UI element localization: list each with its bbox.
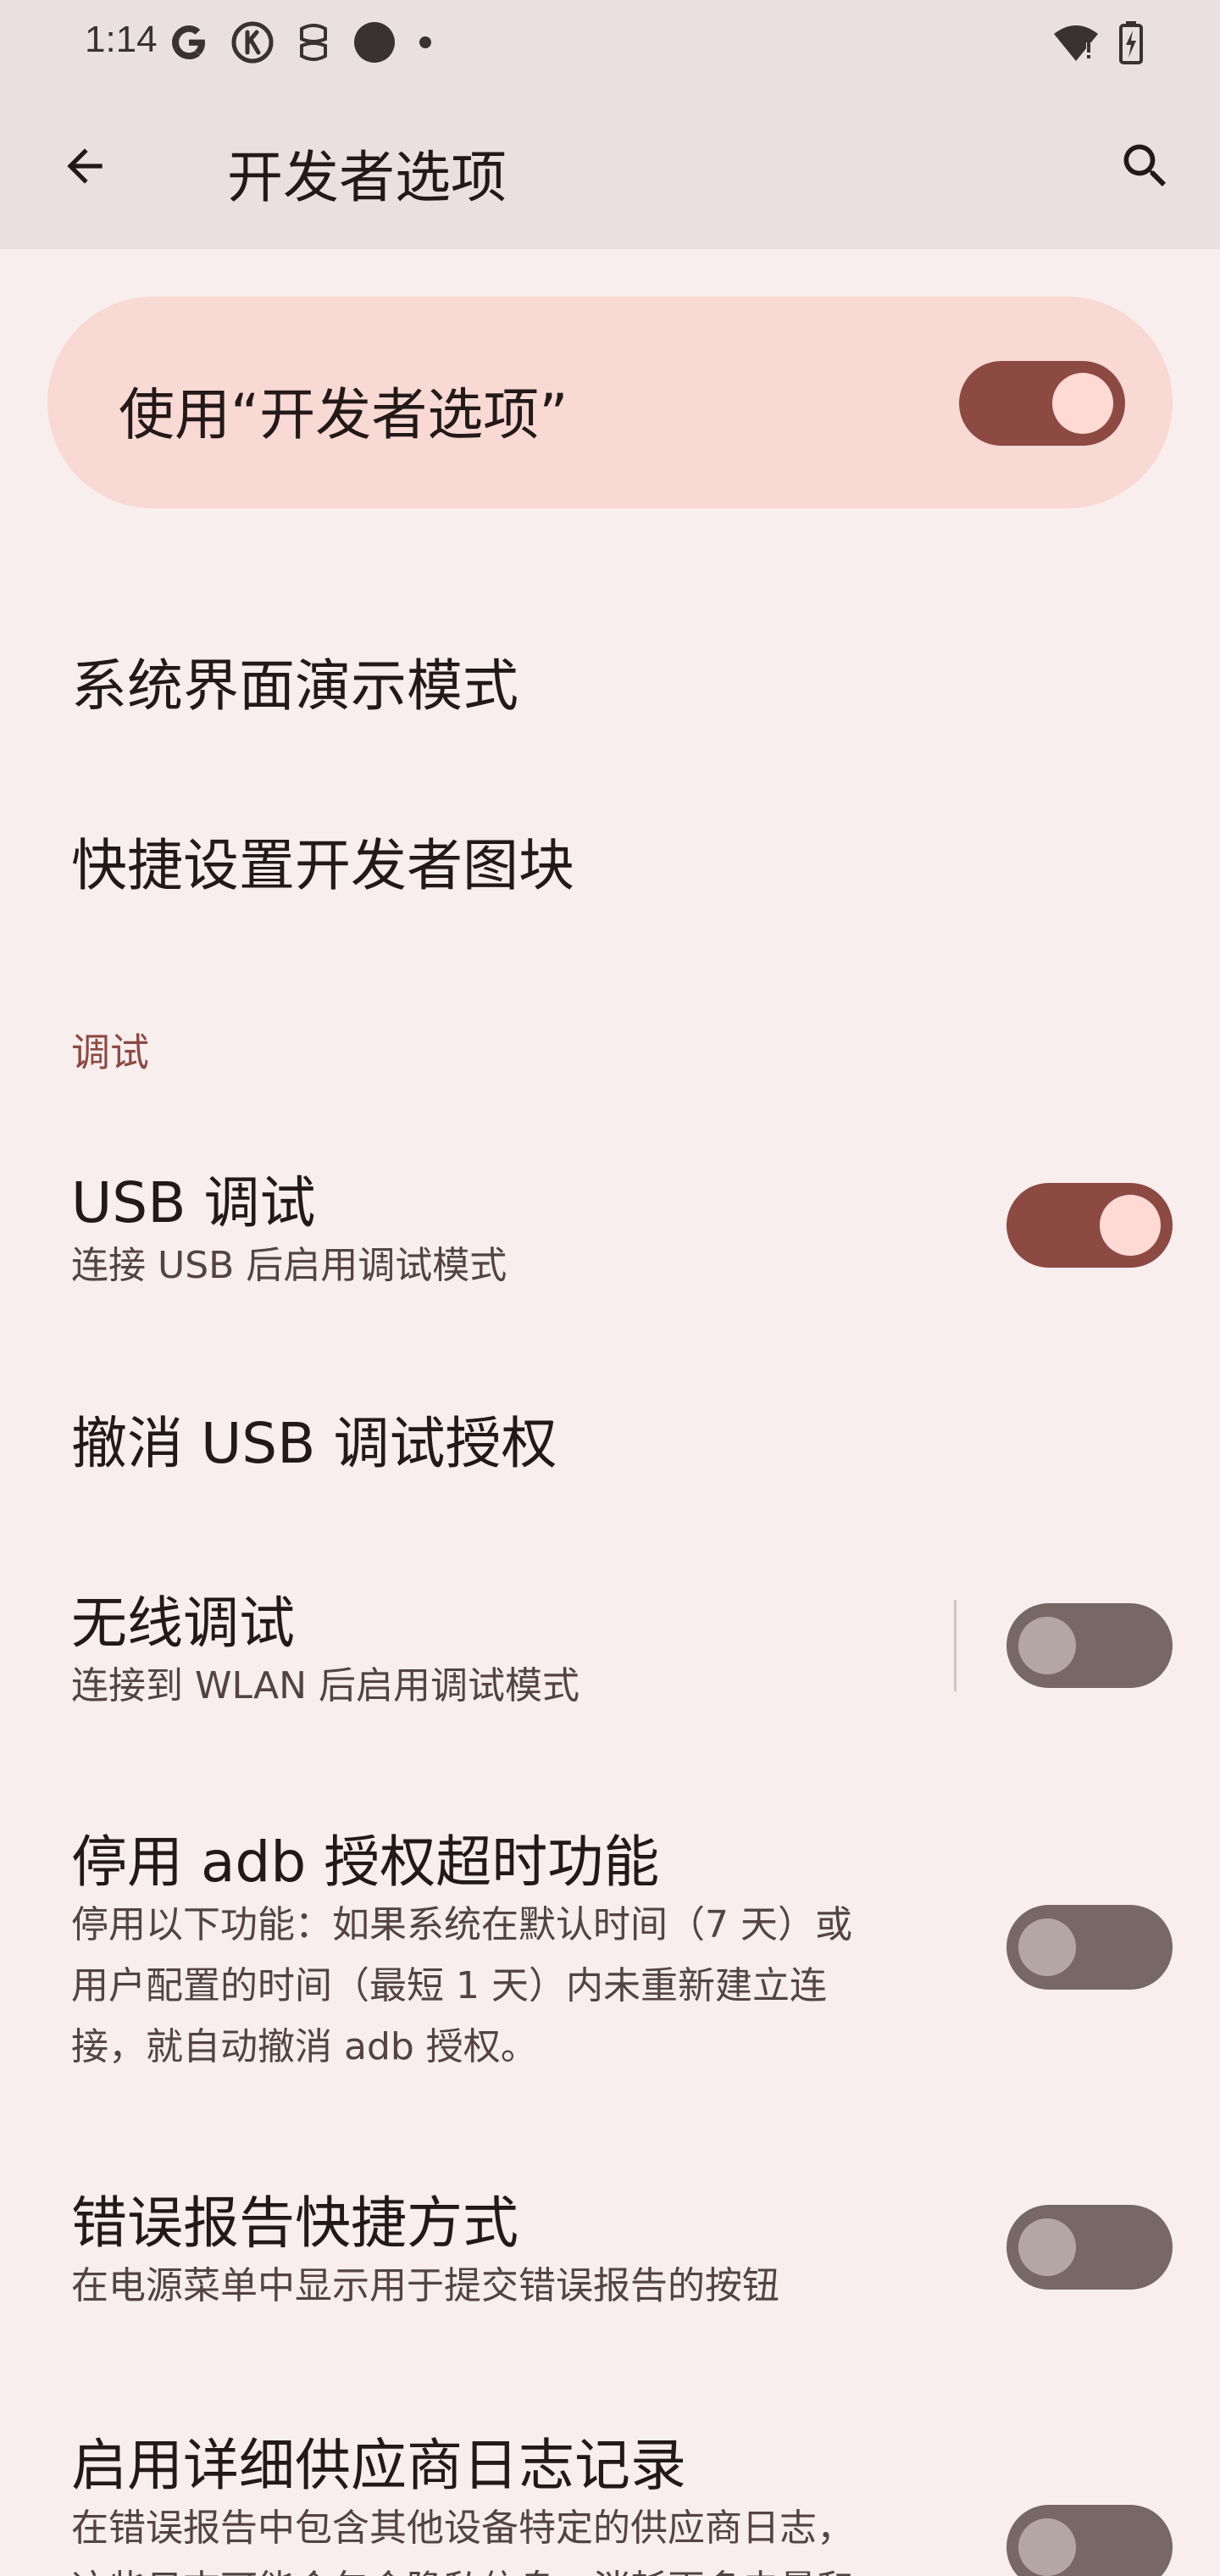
switch-thumb [1018, 1617, 1076, 1674]
wireless-debugging-summary: 连接到 WLAN 后启用调试模式 [71, 1664, 580, 1707]
switch-thumb [1052, 373, 1113, 434]
usb-debugging-title: USB 调试 [71, 1170, 316, 1235]
search-icon [1117, 137, 1174, 198]
wireless-debugging-title: 无线调试 [71, 1591, 295, 1656]
summary-line: 接，就自动撤消 adb 授权。 [71, 2025, 538, 2068]
arrow-back-icon [58, 140, 111, 196]
master-switch-card[interactable]: 使用“开发者选项” [47, 297, 1173, 508]
switch-thumb [1018, 1918, 1076, 1976]
revoke-usb-debugging-item[interactable]: 撤消 USB 调试授权 [71, 1398, 557, 1480]
switch-thumb [1018, 2218, 1076, 2276]
search-button[interactable] [1105, 127, 1186, 208]
verbose-vendor-logging-summary: 在错误报告中包含其他设备特定的供应商日志， 这些日志可能会包含隐私信息、消耗更多… [71, 2498, 986, 2576]
summary-line: 这些日志可能会包含隐私信息、消耗更多电量和 [71, 2559, 986, 2576]
top-app-bar-container: 1:14 开发者选项 [0, 0, 1220, 249]
switch-thumb [1100, 1195, 1161, 1256]
dark-circle-icon [352, 20, 396, 68]
k-app-icon [230, 20, 274, 68]
summary-line: 用户配置的时间（最短 1 天）内未重新建立连 [71, 1964, 827, 2007]
status-notification-icons [168, 20, 454, 68]
status-system-icons [1034, 20, 1144, 68]
system-ui-demo-mode-item[interactable]: 系统界面演示模式 [71, 641, 518, 722]
section-header-debugging: 调试 [71, 1030, 149, 1075]
verbose-vendor-logging-title: 启用详细供应商日志记录 [71, 2433, 686, 2498]
status-bar: 1:14 [0, 0, 1220, 85]
quick-settings-tiles-item[interactable]: 快捷设置开发者图块 [71, 820, 574, 902]
verbose-vendor-logging-switch[interactable] [1006, 2505, 1173, 2576]
summary-line: 停用以下功能：如果系统在默认时间（7 天）或 [71, 1903, 852, 1946]
adb-auth-timeout-switch[interactable] [1006, 1905, 1173, 1990]
usb-debugging-switch[interactable] [1006, 1183, 1173, 1268]
battery-charging-icon [1118, 20, 1144, 68]
bugreport-shortcut-summary: 在电源菜单中显示用于提交错误报告的按钮 [71, 2264, 779, 2307]
back-button[interactable] [44, 127, 125, 208]
page-title: 开发者选项 [227, 145, 507, 210]
adb-auth-timeout-title: 停用 adb 授权超时功能 [71, 1829, 660, 1895]
adb-auth-timeout-summary: 停用以下功能：如果系统在默认时间（7 天）或 用户配置的时间（最短 1 天）内未… [71, 1895, 952, 2078]
wireless-debugging-switch[interactable] [1006, 1603, 1173, 1688]
wireless-debugging-divider [954, 1600, 957, 1691]
master-switch-toggle[interactable] [959, 361, 1125, 446]
app-bar: 开发者选项 [0, 85, 1220, 249]
ai-app-icon [295, 20, 332, 68]
wifi-alert-icon [1052, 22, 1100, 66]
dot-icon [417, 34, 434, 54]
google-icon [168, 21, 210, 67]
usb-debugging-summary: 连接 USB 后启用调试模式 [71, 1244, 507, 1287]
status-time: 1:14 [85, 19, 158, 60]
bugreport-shortcut-switch[interactable] [1006, 2205, 1173, 2290]
bugreport-shortcut-title: 错误报告快捷方式 [71, 2190, 518, 2256]
switch-thumb [1018, 2518, 1076, 2576]
master-switch-label: 使用“开发者选项” [119, 382, 568, 447]
summary-line: 在错误报告中包含其他设备特定的供应商日志， [71, 2507, 854, 2550]
